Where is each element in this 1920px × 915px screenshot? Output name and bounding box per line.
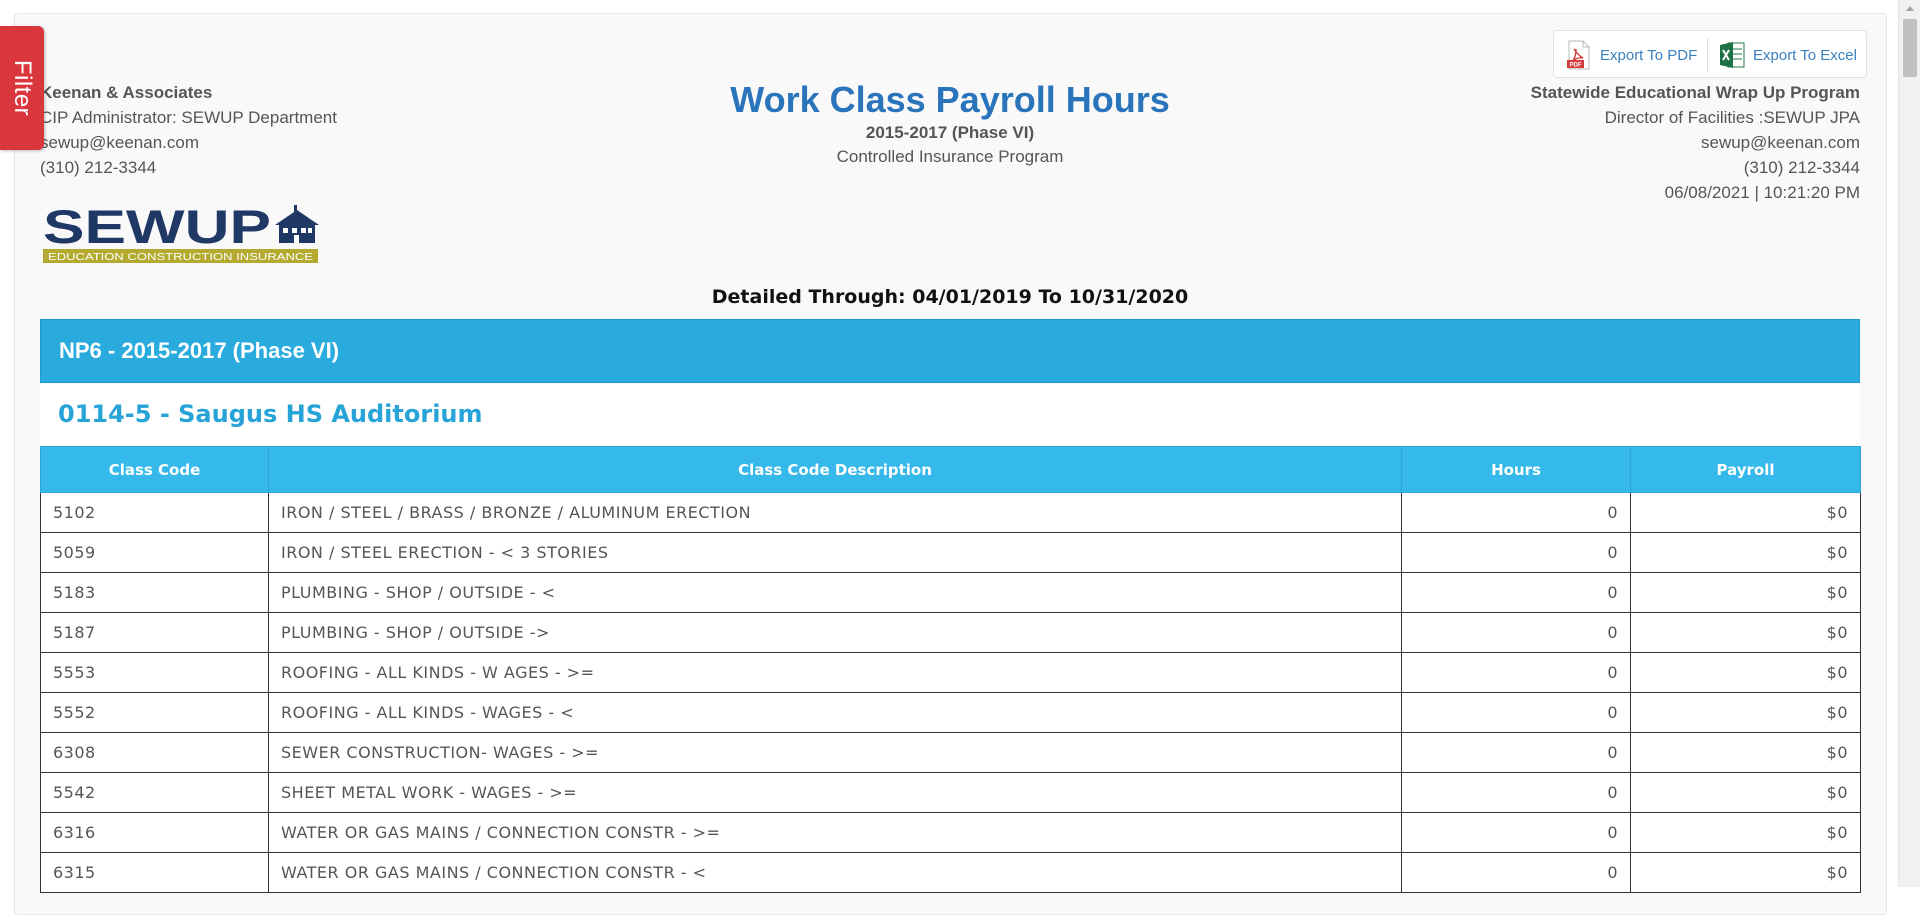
class-code-cell: 5552 [40, 692, 269, 733]
pdf-file-icon: PDF [1567, 40, 1590, 70]
export-toolbar: PDF Export To PDF Export To Excel [1553, 30, 1867, 78]
column-header-class-code: Class Code [40, 446, 269, 493]
table-row: 5542 SHEET METAL WORK - WAGES - >= 0 $0 [40, 772, 1861, 813]
class-code-cell: 6308 [40, 732, 269, 773]
report-header: Work Class Payroll Hours 2015-2017 (Phas… [650, 78, 1250, 170]
detailed-through-range: Detailed Through: 04/01/2019 To 10/31/20… [711, 286, 1189, 308]
hours-cell: 0 [1401, 772, 1631, 813]
payroll-cell: $0 [1630, 612, 1861, 653]
hours-cell: 0 [1401, 732, 1631, 773]
svg-text:PDF: PDF [1570, 63, 1582, 69]
hours-cell: 0 [1401, 692, 1631, 733]
company-name: Keenan & Associates [40, 83, 213, 102]
export-pdf-label: Export To PDF [1600, 46, 1698, 64]
payroll-cell: $0 [1630, 572, 1861, 613]
program-info: Statewide Educational Wrap Up Program Di… [1531, 80, 1860, 205]
scrollbar-thumb[interactable] [1903, 19, 1917, 77]
payroll-cell: $0 [1630, 692, 1861, 733]
project-title: 0114-5 - Saugus HS Auditorium [40, 384, 1860, 446]
program-director: Director of Facilities :SEWUP JPA [1604, 108, 1860, 127]
svg-text:SEWUP: SEWUP [43, 205, 271, 253]
table-row: 5553 ROOFING - ALL KINDS - W AGES - >= 0… [40, 652, 1861, 693]
column-header-description: Class Code Description [268, 446, 1402, 493]
vertical-scrollbar[interactable] [1898, 0, 1920, 887]
column-header-hours: Hours [1401, 446, 1631, 493]
administrator-info: Keenan & Associates CIP Administrator: S… [40, 80, 337, 180]
class-code-cell: 5183 [40, 572, 269, 613]
column-header-payroll: Payroll [1630, 446, 1861, 493]
payroll-table: Class Code Class Code Description Hours … [40, 446, 1861, 893]
svg-text:EDUCATION CONSTRUCTION INSURAN: EDUCATION CONSTRUCTION INSURANCE [48, 251, 313, 263]
hours-cell: 0 [1401, 652, 1631, 693]
export-excel-button[interactable]: Export To Excel [1719, 40, 1857, 70]
description-cell: IRON / STEEL ERECTION - < 3 STORIES [268, 532, 1402, 573]
filter-tab-label: Filter [9, 59, 36, 117]
payroll-cell: $0 [1630, 532, 1861, 573]
description-cell: PLUMBING - SHOP / OUTSIDE -> [268, 612, 1402, 653]
class-code-cell: 6316 [40, 812, 269, 853]
program-email: sewup@keenan.com [1700, 133, 1860, 152]
description-cell: SHEET METAL WORK - WAGES - >= [268, 772, 1402, 813]
table-row: 5187 PLUMBING - SHOP / OUTSIDE -> 0 $0 [40, 612, 1861, 653]
scroll-up-arrow-icon[interactable] [1899, 0, 1920, 17]
description-cell: WATER OR GAS MAINS / CONNECTION CONSTR -… [268, 812, 1402, 853]
table-row: 5183 PLUMBING - SHOP / OUTSIDE - < 0 $0 [40, 572, 1861, 613]
excel-file-icon [1720, 42, 1745, 68]
hours-cell: 0 [1401, 612, 1631, 653]
export-divider [1707, 38, 1708, 72]
table-row: 5059 IRON / STEEL ERECTION - < 3 STORIES… [40, 532, 1861, 573]
payroll-cell: $0 [1630, 732, 1861, 773]
description-cell: ROOFING - ALL KINDS - WAGES - < [268, 692, 1402, 733]
program-name: Statewide Educational Wrap Up Program [1530, 83, 1860, 102]
sewup-logo: SEWUP EDUCATION CONSTRUCTION INSURANCE [43, 205, 319, 263]
report-phase: 2015-2017 (Phase VI) [865, 123, 1035, 142]
class-code-cell: 5059 [40, 532, 269, 573]
program-phone: (310) 212-3344 [1743, 158, 1860, 177]
table-row: 6316 WATER OR GAS MAINS / CONNECTION CON… [40, 812, 1861, 853]
report-program: Controlled Insurance Program [836, 147, 1064, 166]
hours-cell: 0 [1401, 572, 1631, 613]
table-row: 5552 ROOFING - ALL KINDS - WAGES - < 0 $… [40, 692, 1861, 733]
payroll-cell: $0 [1630, 772, 1861, 813]
class-code-cell: 5553 [40, 652, 269, 693]
class-code-cell: 5542 [40, 772, 269, 813]
table-row: 5102 IRON / STEEL / BRASS / BRONZE / ALU… [40, 492, 1861, 533]
description-cell: PLUMBING - SHOP / OUTSIDE - < [268, 572, 1402, 613]
report-title: Work Class Payroll Hours [730, 79, 1170, 120]
hours-cell: 0 [1401, 812, 1631, 853]
administrator-line: CIP Administrator: SEWUP Department [40, 108, 337, 127]
export-excel-label: Export To Excel [1753, 46, 1857, 64]
export-pdf-button[interactable]: PDF Export To PDF [1566, 40, 1697, 70]
description-cell: SEWER CONSTRUCTION- WAGES - >= [268, 732, 1402, 773]
class-code-cell: 5102 [40, 492, 269, 533]
class-code-cell: 5187 [40, 612, 269, 653]
table-header-row: Class Code Class Code Description Hours … [40, 446, 1861, 493]
administrator-phone: (310) 212-3344 [40, 158, 157, 177]
administrator-email: sewup@keenan.com [40, 133, 200, 152]
report-datetime: 06/08/2021 | 10:21:20 PM [1664, 183, 1860, 202]
table-row: 6308 SEWER CONSTRUCTION- WAGES - >= 0 $0 [40, 732, 1861, 773]
payroll-cell: $0 [1630, 652, 1861, 693]
filter-tab[interactable]: Filter [0, 26, 44, 150]
description-cell: ROOFING - ALL KINDS - W AGES - >= [268, 652, 1402, 693]
hours-cell: 0 [1401, 532, 1631, 573]
hours-cell: 0 [1401, 492, 1631, 533]
group-header: NP6 - 2015-2017 (Phase VI) [40, 319, 1860, 383]
payroll-cell: $0 [1630, 492, 1861, 533]
payroll-cell: $0 [1630, 812, 1861, 853]
description-cell: IRON / STEEL / BRASS / BRONZE / ALUMINUM… [268, 492, 1402, 533]
